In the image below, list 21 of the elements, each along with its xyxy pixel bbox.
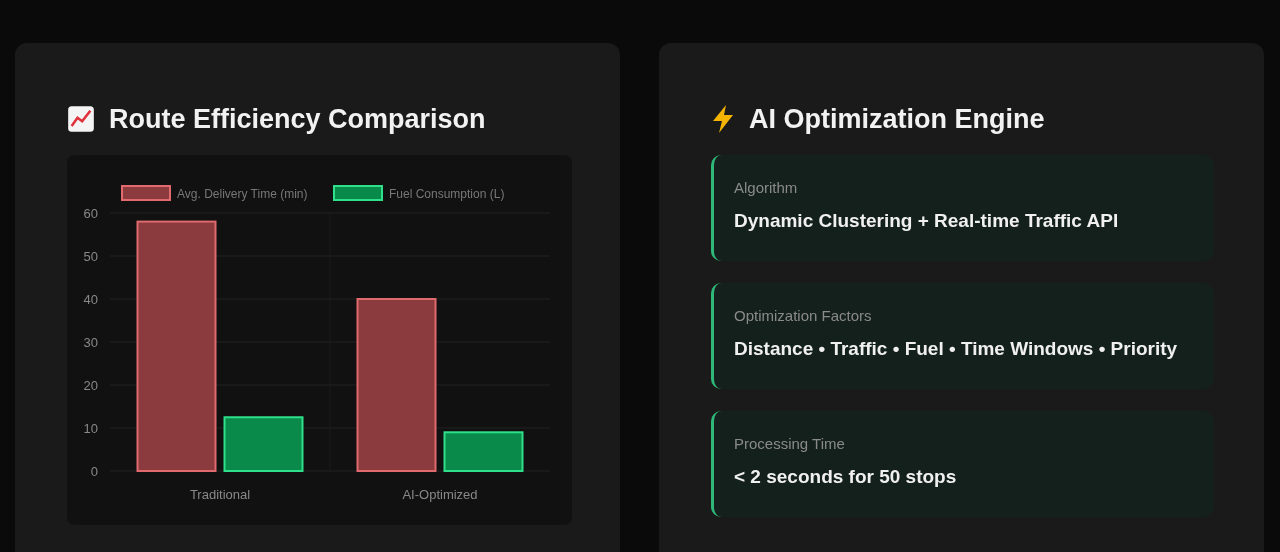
info-label: Algorithm	[734, 179, 799, 196]
card-title: AI Optimization Engine	[749, 103, 1045, 135]
category-label: AI-Optimized	[402, 487, 478, 502]
chart-icon	[67, 105, 95, 133]
info-value: Distance • Traffic • Fuel • Time Windows • Priority	[734, 338, 1179, 360]
axis-tick-label: 20	[83, 378, 98, 393]
info-value: Dynamic Clustering + Real-time Traffic API	[734, 210, 1120, 232]
category-label: Traditional	[189, 487, 251, 502]
lightning-icon	[711, 105, 735, 133]
axis-tick-label: 40	[83, 292, 98, 307]
info-label: Processing Time	[734, 435, 846, 452]
axis-tick-label: 10	[83, 421, 98, 436]
card-title: Route Efficiency Comparison	[109, 103, 486, 135]
info-value: < 2 seconds for 50 stops	[734, 466, 958, 488]
axis-tick-label: 50	[83, 249, 98, 264]
legend-label: Fuel Consumption (L)	[389, 187, 505, 201]
axis-tick-label: 30	[83, 335, 98, 350]
axis-tick-label: 0	[90, 464, 98, 479]
axis-tick-label: 60	[83, 206, 98, 221]
legend-label: Avg. Delivery Time (min)	[177, 187, 308, 201]
info-label: Optimization Factors	[734, 307, 873, 324]
